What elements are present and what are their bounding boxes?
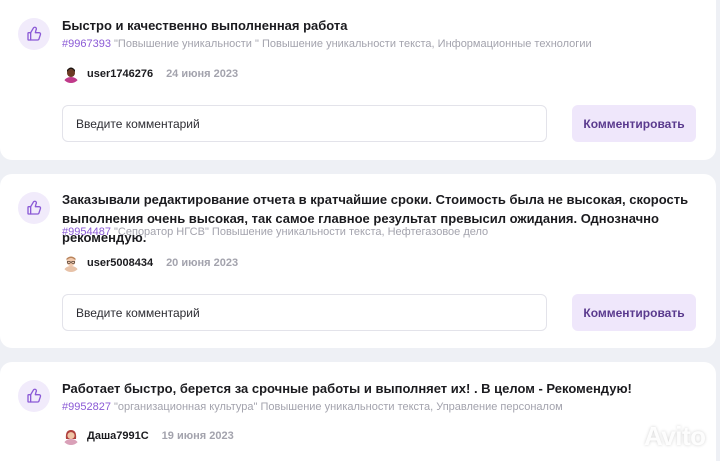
avatar[interactable] <box>62 254 80 272</box>
comment-input[interactable] <box>62 105 547 142</box>
thumbs-up-icon <box>27 200 42 215</box>
review-text: Заказывали редактирование отчета в кратч… <box>62 192 689 245</box>
reviewer-row: user5008434 20 июня 2023 <box>62 252 238 274</box>
order-title: "организационная культура" <box>114 401 258 413</box>
order-category: Повышение уникальности текста, Нефтегазо… <box>211 226 489 238</box>
username[interactable]: user1746276 <box>87 68 153 80</box>
like-button[interactable] <box>18 18 50 50</box>
avito-watermark: Avito <box>613 421 706 452</box>
order-link[interactable]: #9954487 <box>62 226 111 238</box>
glasses-avatar-icon <box>62 254 80 272</box>
avito-logo-icon <box>615 424 639 448</box>
reviewer-row: user1746276 24 июня 2023 <box>62 63 238 85</box>
avatar[interactable] <box>62 427 80 445</box>
red-hair-avatar-icon <box>62 427 80 445</box>
order-meta: #9967393 "Повышение уникальности " Повыш… <box>62 38 592 50</box>
comment-input[interactable] <box>62 294 547 331</box>
review-date: 20 июня 2023 <box>166 257 239 269</box>
review-date: 19 июня 2023 <box>161 430 234 442</box>
reviewer-row: Даша7991С 19 июня 2023 <box>62 425 234 447</box>
watermark-text: Avito <box>644 421 706 451</box>
like-button[interactable] <box>18 380 50 412</box>
review-date: 24 июня 2023 <box>166 68 239 80</box>
order-meta: #9954487 "Сепоратор НГСВ" Повышение уник… <box>62 226 488 238</box>
order-link[interactable]: #9952827 <box>62 401 111 413</box>
order-link[interactable]: #9967393 <box>62 38 111 50</box>
review-card: Быстро и качественно выполненная работа … <box>0 0 716 160</box>
comment-button[interactable]: Комментировать <box>572 294 696 331</box>
dark-skin-avatar-icon <box>62 65 80 83</box>
avatar[interactable] <box>62 65 80 83</box>
review-text: Работает быстро, берется за срочные рабо… <box>62 381 632 396</box>
order-meta: #9952827 "организационная культура" Повы… <box>62 401 563 413</box>
review-card: Заказывали редактирование отчета в кратч… <box>0 174 716 348</box>
review-card: Работает быстро, берется за срочные рабо… <box>0 362 716 461</box>
username[interactable]: Даша7991С <box>87 430 149 442</box>
comment-button[interactable]: Комментировать <box>572 105 696 142</box>
review-text: Быстро и качественно выполненная работа <box>62 18 348 33</box>
thumbs-up-icon <box>27 388 42 403</box>
order-title: "Повышение уникальности " <box>114 38 259 50</box>
order-category: Повышение уникальности текста, Информаци… <box>261 38 592 50</box>
order-category: Повышение уникальности текста, Управлени… <box>260 401 563 413</box>
thumbs-up-icon <box>27 26 42 41</box>
order-title: "Сепоратор НГСВ" <box>114 226 209 238</box>
like-button[interactable] <box>18 192 50 224</box>
username[interactable]: user5008434 <box>87 257 153 269</box>
